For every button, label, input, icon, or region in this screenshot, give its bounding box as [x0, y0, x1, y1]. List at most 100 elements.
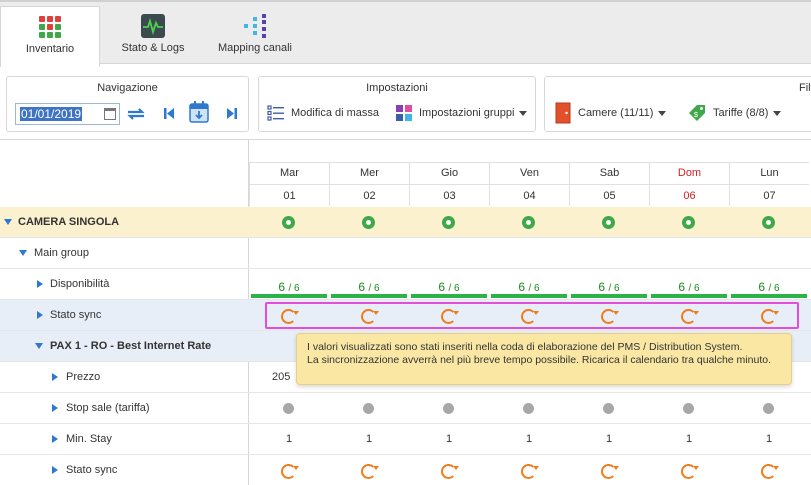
tab-label: Stato & Logs [121, 42, 185, 54]
stop-sale-off-icon [763, 403, 774, 414]
availability-row: Disponibilità 6 / 6 6 / 6 6 / 6 6 / 6 6 … [0, 269, 811, 300]
group-settings-icon [396, 105, 412, 121]
price-tag-icon: $ [689, 105, 705, 121]
room-status-cell [249, 207, 329, 238]
sync-pending-icon [681, 464, 699, 479]
availability-cell[interactable]: 6 / 6 [489, 269, 569, 300]
stop-sale-off-icon [523, 403, 534, 414]
room-status-cell [409, 207, 489, 238]
date-input[interactable]: 01/01/2019 [15, 103, 120, 125]
chevron-down-icon [773, 110, 782, 116]
availability-bar [411, 294, 487, 298]
status-ok-icon [682, 216, 695, 229]
sync-pending-icon [281, 309, 299, 324]
bulk-edit-label: Modifica di massa [291, 107, 380, 119]
day-header: Mer 02 [329, 162, 409, 206]
sync-pending-icon [361, 464, 379, 479]
today-calendar-icon[interactable] [189, 101, 209, 123]
availability-cell[interactable]: 6 / 6 [409, 269, 489, 300]
stop-sale-cell[interactable] [569, 393, 649, 424]
sync-pending-icon [441, 309, 459, 324]
room-status-cell [489, 207, 569, 238]
sync-cell[interactable] [329, 455, 409, 485]
status-ok-icon [282, 216, 295, 229]
bulk-edit-button[interactable]: Modifica di massa [267, 102, 379, 124]
day-header: Mar 01 [249, 162, 329, 206]
calendar-icon[interactable] [104, 108, 116, 120]
sync-cell[interactable] [489, 455, 569, 485]
availability-cell[interactable]: 6 / 6 [729, 269, 809, 300]
min-stay-cell[interactable]: 1 [569, 424, 649, 455]
sync-cell[interactable] [249, 455, 329, 485]
sync-pending-icon [361, 309, 379, 324]
sync-cell[interactable] [569, 455, 649, 485]
sync-cell[interactable] [249, 300, 329, 331]
min-stay-cell[interactable]: 1 [489, 424, 569, 455]
stop-sale-cell[interactable] [249, 393, 329, 424]
chevron-down-icon [519, 110, 528, 116]
stop-sale-off-icon [603, 403, 614, 414]
group-row[interactable]: Main group [0, 238, 811, 269]
stop-sale-cell[interactable] [489, 393, 569, 424]
sync-status-row: Stato sync [0, 300, 811, 331]
expand-icon[interactable] [52, 404, 58, 412]
sync-pending-icon [521, 464, 539, 479]
tab-mapping-canali[interactable]: Mapping canali [205, 6, 305, 65]
expand-icon[interactable] [52, 373, 58, 381]
collapse-icon[interactable] [4, 219, 12, 225]
expand-icon[interactable] [52, 435, 58, 443]
expand-icon[interactable] [37, 280, 43, 288]
min-stay-cell[interactable]: 1 [249, 424, 329, 455]
room-row[interactable]: CAMERA SINGOLA [0, 207, 811, 238]
expand-icon[interactable] [37, 311, 43, 319]
rate-label: PAX 1 - RO - Best Internet Rate [50, 340, 212, 352]
min-stay-cell[interactable]: 1 [729, 424, 809, 455]
availability-cell[interactable]: 6 / 6 [569, 269, 649, 300]
sync-cell[interactable] [729, 300, 809, 331]
sync-cell[interactable] [409, 455, 489, 485]
first-page-icon[interactable] [163, 107, 175, 120]
tab-inventario[interactable]: Inventario [0, 6, 100, 67]
availability-bar [491, 294, 567, 298]
min-stay-cell[interactable]: 1 [329, 424, 409, 455]
availability-cell[interactable]: 6 / 6 [249, 269, 329, 300]
availability-cell[interactable]: 6 / 6 [329, 269, 409, 300]
sync-cell[interactable] [329, 300, 409, 331]
sync-cell[interactable] [729, 455, 809, 485]
stop-sale-cell[interactable] [409, 393, 489, 424]
stop-sale-cell[interactable] [729, 393, 809, 424]
rates-filter-dropdown[interactable]: $ Tariffe (8/8) [687, 102, 782, 124]
collapse-icon[interactable] [35, 343, 43, 349]
navigation-title: Navigazione [97, 82, 158, 94]
sync-pending-icon [281, 464, 299, 479]
day-header: Lun 07 [729, 162, 809, 206]
sync-cell[interactable] [649, 455, 729, 485]
sync-pending-icon [601, 464, 619, 479]
availability-label: Disponibilità [50, 278, 110, 290]
day-header-sunday: Dom 06 [649, 162, 729, 206]
sync-cell[interactable] [649, 300, 729, 331]
refresh-swap-icon[interactable] [126, 106, 146, 122]
sync-cell[interactable] [489, 300, 569, 331]
group-settings-dropdown[interactable]: Impostazioni gruppi [395, 102, 528, 124]
min-stay-cell[interactable]: 1 [649, 424, 729, 455]
sync-cell[interactable] [569, 300, 649, 331]
stop-sale-cell[interactable] [329, 393, 409, 424]
rooms-filter-dropdown[interactable]: Camere (11/11) [555, 102, 667, 124]
last-page-icon[interactable] [226, 107, 238, 120]
availability-bar [331, 294, 407, 298]
stop-sale-cell[interactable] [649, 393, 729, 424]
availability-bar [251, 294, 327, 298]
status-ok-icon [522, 216, 535, 229]
min-stay-cell[interactable]: 1 [409, 424, 489, 455]
availability-cell[interactable]: 6 / 6 [649, 269, 729, 300]
rate-sync-status-row: Stato sync [0, 455, 811, 485]
expand-icon[interactable] [52, 466, 58, 474]
sync-cell[interactable] [409, 300, 489, 331]
group-settings-label: Impostazioni gruppi [419, 107, 515, 119]
sync-pending-icon [441, 464, 459, 479]
availability-bar [571, 294, 647, 298]
collapse-icon[interactable] [19, 250, 27, 256]
tab-stato-logs[interactable]: Stato & Logs [103, 6, 203, 65]
rates-filter-label: Tariffe (8/8) [713, 107, 769, 119]
